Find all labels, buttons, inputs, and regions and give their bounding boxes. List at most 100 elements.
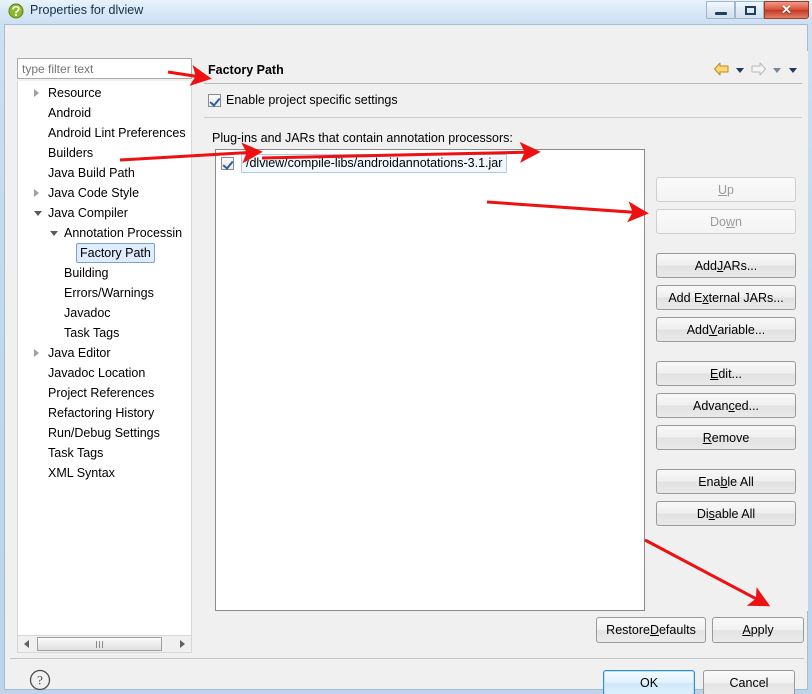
jar-path-label: /dlview/compile-libs/androidannotations-… <box>241 154 508 173</box>
help-question-icon[interactable]: ? <box>29 669 51 691</box>
tree-item-label: XML Syntax <box>48 466 115 480</box>
tree-item-label: Annotation Processin <box>64 226 183 240</box>
up-button: Up <box>656 177 796 202</box>
scroll-left-arrow-icon[interactable] <box>18 636 35 652</box>
add-variable-button[interactable]: Add Variable... <box>656 317 796 342</box>
tree-item-java-build-path[interactable]: Java Build Path <box>18 163 191 183</box>
tree-item-label: Resource <box>48 86 102 100</box>
tree-item-javadoc[interactable]: Javadoc <box>18 303 191 323</box>
back-arrow-icon[interactable] <box>713 62 730 79</box>
scroll-right-arrow-icon[interactable] <box>174 636 191 652</box>
footer-divider <box>10 658 804 659</box>
expand-arrow-icon[interactable] <box>34 189 39 197</box>
maximize-icon <box>745 6 756 15</box>
down-button: Do w n <box>656 209 796 234</box>
jar-enabled-checkbox[interactable] <box>221 157 234 170</box>
tree-item-errors-warnings[interactable]: Errors/Warnings <box>18 283 191 303</box>
tree-item-label: Factory Path <box>76 243 155 263</box>
tree-item-label: Java Build Path <box>48 166 135 180</box>
page-title: Factory Path <box>208 63 284 77</box>
tree-item-java-compiler[interactable]: Java Compiler <box>18 203 191 223</box>
tree-item-label: Android Lint Preferences <box>48 126 186 140</box>
jar-list-item[interactable]: /dlview/compile-libs/androidannotations-… <box>221 154 508 173</box>
tree-item-label: Java Code Style <box>48 186 140 200</box>
ok-button[interactable]: OK <box>603 670 695 694</box>
properties-dialog: Properties for dlview ✕ Resource Android A… <box>0 0 812 694</box>
tree-item-run-debug-settings[interactable]: Run/Debug Settings <box>18 423 191 443</box>
page-navigation <box>713 62 799 79</box>
settings-divider <box>204 117 802 118</box>
title-divider <box>204 83 802 84</box>
eclipse-properties-icon <box>8 3 24 19</box>
collapse-arrow-icon[interactable] <box>34 211 42 216</box>
tree-item-refactoring-history[interactable]: Refactoring History <box>18 403 191 423</box>
remove-button[interactable]: Remove <box>656 425 796 450</box>
tree-list: Resource Android Android Lint Preferences B… <box>18 83 191 483</box>
enable-project-specific-settings-label: Enable project specific settings <box>226 93 398 107</box>
tree-item-label: Building <box>64 266 109 280</box>
apply-button[interactable]: Apply <box>712 617 804 643</box>
tree-item-xml-syntax[interactable]: XML Syntax <box>18 463 191 483</box>
tree-item-label: Project References <box>48 386 155 400</box>
tree-item-android-lint-preferences[interactable]: Android Lint Preferences <box>18 123 191 143</box>
tree-item-resource[interactable]: Resource <box>18 83 191 103</box>
tree-item-java-editor[interactable]: Java Editor <box>18 343 191 363</box>
jar-list-label: Plug-ins and JARs that contain annotatio… <box>212 131 513 145</box>
tree-item-label: Javadoc <box>64 306 111 320</box>
collapse-arrow-icon[interactable] <box>50 231 58 236</box>
minimize-icon <box>715 12 727 15</box>
enable-all-button[interactable]: Ena b le All <box>656 469 796 494</box>
tree-item-label: Task Tags <box>64 326 120 340</box>
tree-item-android[interactable]: Android <box>18 103 191 123</box>
tree-item-project-references[interactable]: Project References <box>18 383 191 403</box>
filter-input[interactable] <box>17 58 192 79</box>
disable-all-button[interactable]: Di s able All <box>656 501 796 526</box>
expand-arrow-icon[interactable] <box>34 349 39 357</box>
advanced-button[interactable]: Advan c ed... <box>656 393 796 418</box>
scrollbar-thumb[interactable] <box>37 637 162 651</box>
tree-item-building[interactable]: Building <box>18 263 191 283</box>
expand-arrow-icon[interactable] <box>34 89 39 97</box>
tree-item-task-tags[interactable]: Task Tags <box>18 323 191 343</box>
dialog-client-area: Resource Android Android Lint Preferences B… <box>4 24 808 694</box>
close-icon: ✕ <box>781 2 792 17</box>
page-menu-dropdown-icon[interactable] <box>789 68 797 73</box>
enable-project-specific-settings-row[interactable]: Enable project specific settings <box>208 93 398 107</box>
close-button[interactable]: ✕ <box>764 1 809 19</box>
back-history-dropdown-icon[interactable] <box>736 68 744 73</box>
maximize-button[interactable] <box>735 1 764 19</box>
tree-item-label: Builders <box>48 146 94 160</box>
tree-item-label: Android <box>48 106 92 120</box>
jar-list-box[interactable]: /dlview/compile-libs/androidannotations-… <box>215 149 645 611</box>
window-controls: ✕ <box>706 1 809 20</box>
tree-item-annotation-processin[interactable]: Annotation Processin <box>18 223 191 243</box>
restore-defaults-button[interactable]: Restore Defaults <box>596 617 706 643</box>
enable-project-specific-settings-checkbox[interactable] <box>208 93 221 107</box>
window-title: Properties for dlview <box>30 3 144 17</box>
forward-history-dropdown-icon[interactable] <box>773 68 781 73</box>
minimize-button[interactable] <box>706 1 735 19</box>
forward-arrow-icon <box>750 62 767 79</box>
factory-path-panel: Factory Path Enable project specific set… <box>199 51 808 611</box>
edit-button[interactable]: Edit... <box>656 361 796 386</box>
svg-text:?: ? <box>37 673 43 688</box>
tree-item-task-tags[interactable]: Task Tags <box>18 443 191 463</box>
tree-item-javadoc-location[interactable]: Javadoc Location <box>18 363 191 383</box>
tree-item-label: Task Tags <box>48 446 104 460</box>
cancel-button[interactable]: Cancel <box>703 670 795 694</box>
tree-item-label: Java Editor <box>48 346 111 360</box>
window-frame: Properties for dlview ✕ Resource Android A… <box>0 0 812 694</box>
tree-item-label: Refactoring History <box>48 406 155 420</box>
tree-item-builders[interactable]: Builders <box>18 143 191 163</box>
add-jars-button[interactable]: Add J ARs... <box>656 253 796 278</box>
add-external-jars-button[interactable]: Add Ex ternal JARs... <box>656 285 796 310</box>
tree-item-factory-path[interactable]: Factory Path <box>18 243 191 263</box>
title-bar[interactable]: Properties for dlview ✕ <box>0 0 812 22</box>
settings-tree[interactable]: Resource Android Android Lint Preferences B… <box>17 81 192 639</box>
tree-item-label: Run/Debug Settings <box>48 426 160 440</box>
tree-item-label: Javadoc Location <box>48 366 146 380</box>
tree-item-java-code-style[interactable]: Java Code Style <box>18 183 191 203</box>
tree-item-label: Errors/Warnings <box>64 286 154 300</box>
tree-horizontal-scrollbar[interactable] <box>17 635 192 653</box>
scrollbar-track[interactable] <box>35 636 174 652</box>
